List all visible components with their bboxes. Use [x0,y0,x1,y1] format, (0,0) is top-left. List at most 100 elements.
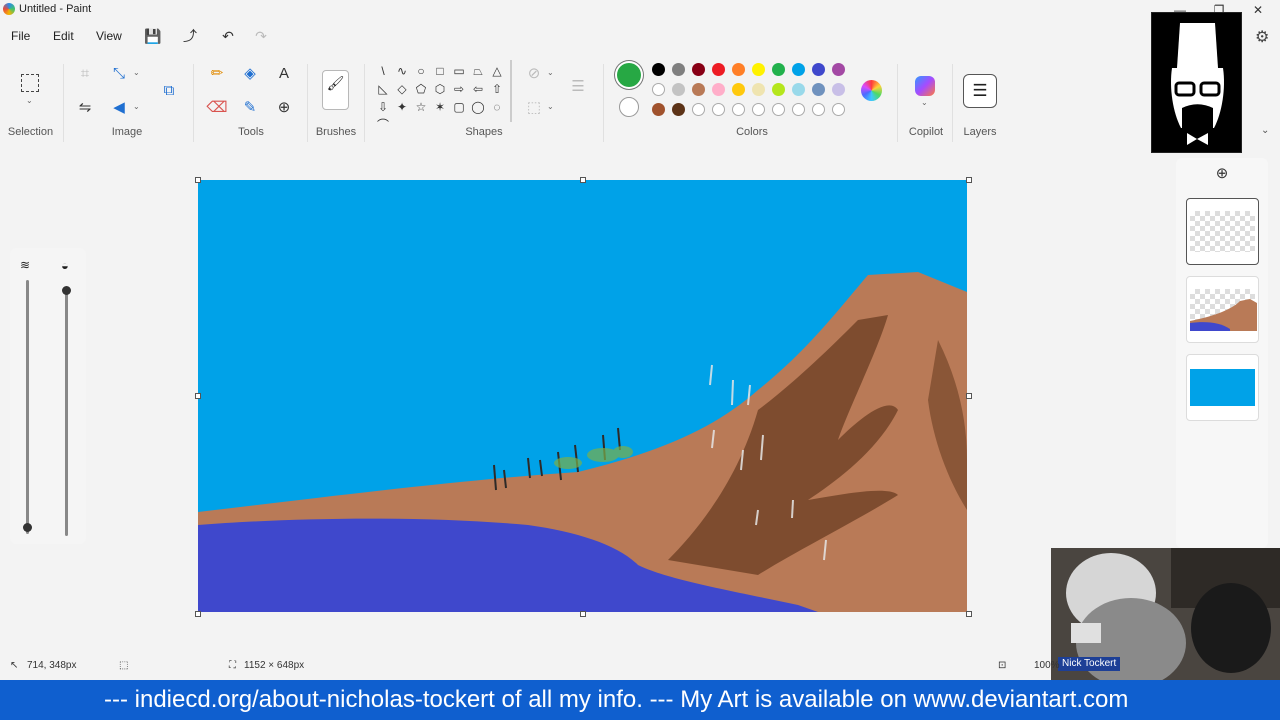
opacity-slider[interactable] [65,290,68,536]
chevron-down-icon[interactable]: ⌄ [26,96,33,105]
color-swatch[interactable] [692,83,705,96]
share-icon[interactable]: ⤴ [181,27,199,45]
color-swatch[interactable] [752,63,765,76]
brushes-button[interactable]: 🖌 [322,70,349,110]
menu-file[interactable]: File [11,29,30,43]
outline-icon[interactable]: ⊘ [523,63,545,85]
color-swatch[interactable] [812,83,825,96]
pencil-icon[interactable]: ✏ [206,63,228,85]
add-layer-icon[interactable]: ⊕ [1214,166,1230,182]
color-swatch[interactable] [652,83,665,96]
color-swatch[interactable] [752,103,765,116]
shape-option[interactable]: ∿ [394,63,410,79]
crop-icon[interactable]: ⌗ [74,63,96,85]
color-swatch[interactable] [712,63,725,76]
primary-color-swatch[interactable] [617,63,641,87]
shape-option[interactable]: ⌒ [375,117,391,122]
shape-option[interactable]: ⇧ [489,81,505,97]
color-swatch[interactable] [672,83,685,96]
color-swatch[interactable] [792,63,805,76]
shape-option[interactable]: ◺ [375,81,391,97]
flip-icon[interactable]: ⇋ [74,97,96,119]
selection-tool-icon[interactable] [21,74,39,92]
shape-option[interactable]: ⏢ [470,63,486,79]
text-icon[interactable]: A [273,63,295,85]
shape-option[interactable]: ⬡ [432,81,448,97]
close-button[interactable]: ✕ [1248,1,1268,19]
menu-view[interactable]: View [96,29,122,43]
shape-option[interactable]: ◯ [470,99,486,115]
shape-option[interactable]: \ [375,63,391,79]
resize-handle[interactable] [580,177,586,183]
resize-handle[interactable] [966,393,972,399]
color-swatch[interactable] [652,103,665,116]
fit-to-window-icon[interactable]: ⊡ [998,660,1006,671]
color-swatch[interactable] [732,103,745,116]
resize-icon[interactable]: ⤡ [108,63,130,85]
rotate-icon[interactable]: ◀ [108,97,130,119]
secondary-color-swatch[interactable] [619,97,639,117]
menu-edit[interactable]: Edit [53,29,74,43]
color-swatch[interactable] [832,103,845,116]
color-swatch[interactable] [712,103,725,116]
color-swatch[interactable] [692,103,705,116]
color-swatch[interactable] [652,63,665,76]
color-swatch[interactable] [772,83,785,96]
chevron-down-icon[interactable]: ⌄ [1261,125,1269,136]
copilot-icon[interactable] [915,76,935,96]
resize-handle[interactable] [580,611,586,617]
color-swatch[interactable] [792,103,805,116]
shapes-gallery[interactable]: \∿○□▭⏢△ ◺◇⬠⬡⇨⇦⇧ ⇩✦☆✶▢◯◌ ⌒⌓ [372,60,512,122]
color-picker-tool-icon[interactable]: ✎ [239,97,261,119]
color-swatch[interactable] [832,63,845,76]
resize-handle[interactable] [195,177,201,183]
chevron-down-icon[interactable]: ⌄ [133,68,140,77]
shape-option[interactable]: □ [432,63,448,79]
color-swatch[interactable] [812,63,825,76]
eraser-icon[interactable]: ⌫ [206,97,228,119]
fill-icon[interactable]: ◈ [239,63,261,85]
shape-option[interactable]: ⇦ [470,81,486,97]
shape-option[interactable]: ✶ [432,99,448,115]
resize-handle[interactable] [195,393,201,399]
save-icon[interactable]: 💾 [144,27,162,45]
shape-option[interactable]: ○ [413,63,429,79]
redo-icon[interactable]: ↷ [252,27,270,45]
color-swatch[interactable] [772,63,785,76]
layer-thumbnail[interactable] [1186,198,1259,265]
shape-option[interactable]: ⇨ [451,81,467,97]
chevron-down-icon[interactable]: ⌄ [547,102,554,111]
magnifier-icon[interactable]: ⊕ [273,97,295,119]
shape-option[interactable]: ⬠ [413,81,429,97]
brush-size-slider[interactable] [26,280,29,534]
color-swatch[interactable] [672,103,685,116]
shape-option[interactable]: ☆ [413,99,429,115]
shape-option[interactable]: ◇ [394,81,410,97]
color-swatch[interactable] [772,103,785,116]
layer-thumbnail[interactable] [1186,276,1259,343]
shape-option[interactable]: △ [489,63,505,79]
gear-icon[interactable]: ⚙ [1255,27,1269,47]
chevron-down-icon[interactable]: ⌄ [547,68,554,77]
resize-handle[interactable] [966,177,972,183]
shape-option[interactable]: ◌ [489,99,505,115]
chevron-down-icon[interactable]: ⌄ [133,102,140,111]
color-swatch[interactable] [832,83,845,96]
color-swatch[interactable] [792,83,805,96]
shape-style-icon[interactable]: ☰ [567,76,589,98]
color-swatch[interactable] [712,83,725,96]
layer-thumbnail[interactable] [1186,354,1259,421]
shape-option[interactable]: ▢ [451,99,467,115]
brush-size-thumb[interactable] [23,522,32,532]
color-swatch[interactable] [732,63,745,76]
shape-option[interactable]: ✦ [394,99,410,115]
color-swatch[interactable] [752,83,765,96]
chevron-down-icon[interactable]: ⌄ [921,98,928,107]
resize-handle[interactable] [966,611,972,617]
undo-icon[interactable]: ↶ [219,27,237,45]
resize-handle[interactable] [195,611,201,617]
fill-style-icon[interactable]: ⬚ [523,97,545,119]
opacity-thumb[interactable] [62,286,71,295]
zoom-level[interactable]: 100% [1034,660,1060,671]
color-swatch[interactable] [812,103,825,116]
